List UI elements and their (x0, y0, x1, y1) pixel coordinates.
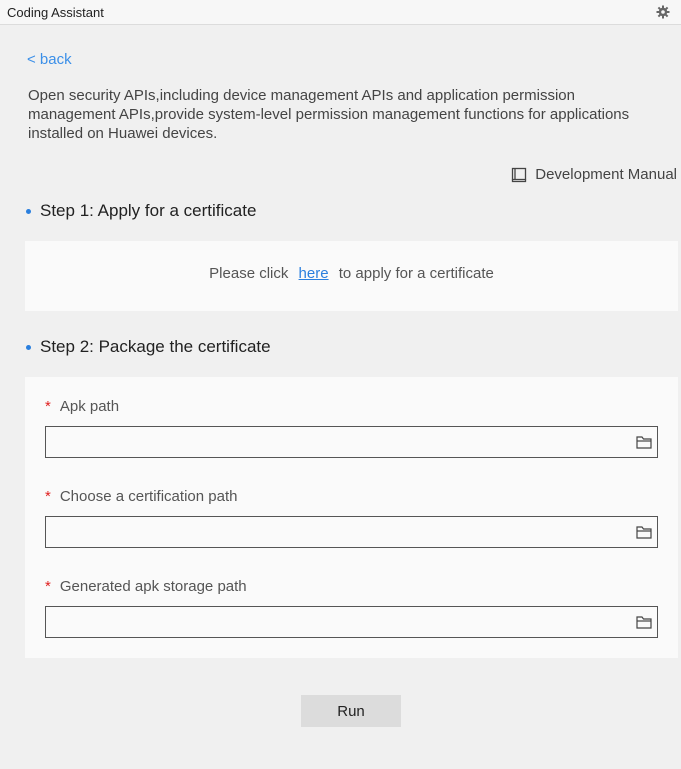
certification-path-label: * Choose a certification path (45, 488, 237, 505)
bullet-dot (26, 208, 31, 214)
description-text: Open security APIs,including device mana… (28, 87, 630, 142)
step1-text-after: to apply for a certificate (338, 265, 494, 282)
step1-card: Please click here to apply for a certifi… (25, 241, 678, 311)
certification-path-label-text: Choose a certification path (59, 488, 238, 505)
step2-title: Step 2: Package the certificate (40, 337, 271, 356)
certification-path-input[interactable] (46, 517, 642, 547)
folder-icon[interactable] (636, 525, 652, 544)
apk-path-field (45, 426, 658, 458)
certification-path-field (45, 516, 658, 548)
folder-icon[interactable] (636, 435, 652, 454)
book-icon (512, 167, 527, 182)
required-mark: * (45, 398, 51, 415)
storage-path-label: * Generated apk storage path (45, 578, 247, 595)
step2-card: * Apk path * Choose a certification path *… (25, 377, 678, 658)
apk-path-label-text: Apk path (59, 398, 120, 415)
storage-path-input[interactable] (46, 607, 642, 637)
storage-path-label-text: Generated apk storage path (59, 578, 247, 595)
development-manual-link[interactable]: Development Manual (511, 166, 677, 183)
title-bar: Coding Assistant (0, 0, 681, 25)
back-link[interactable]: < back (27, 51, 72, 68)
folder-icon[interactable] (636, 615, 652, 634)
step2-heading: Step 2: Package the certificate (26, 337, 271, 357)
run-button[interactable]: Run (301, 695, 401, 727)
step1-instruction: Please click here to apply for a certifi… (25, 265, 678, 282)
bullet-dot (26, 344, 31, 350)
storage-path-field (45, 606, 658, 638)
apk-path-input[interactable] (46, 427, 642, 457)
development-manual-label: Development Manual (535, 166, 677, 183)
step1-title: Step 1: Apply for a certificate (40, 201, 257, 220)
step1-heading: Step 1: Apply for a certificate (26, 201, 256, 221)
apply-certificate-link[interactable]: here (299, 265, 329, 282)
window-title: Coding Assistant (7, 5, 104, 20)
required-mark: * (45, 578, 51, 595)
step1-text-before: Please click (209, 265, 289, 282)
apk-path-label: * Apk path (45, 398, 119, 415)
gear-icon[interactable] (656, 5, 670, 19)
required-mark: * (45, 488, 51, 505)
